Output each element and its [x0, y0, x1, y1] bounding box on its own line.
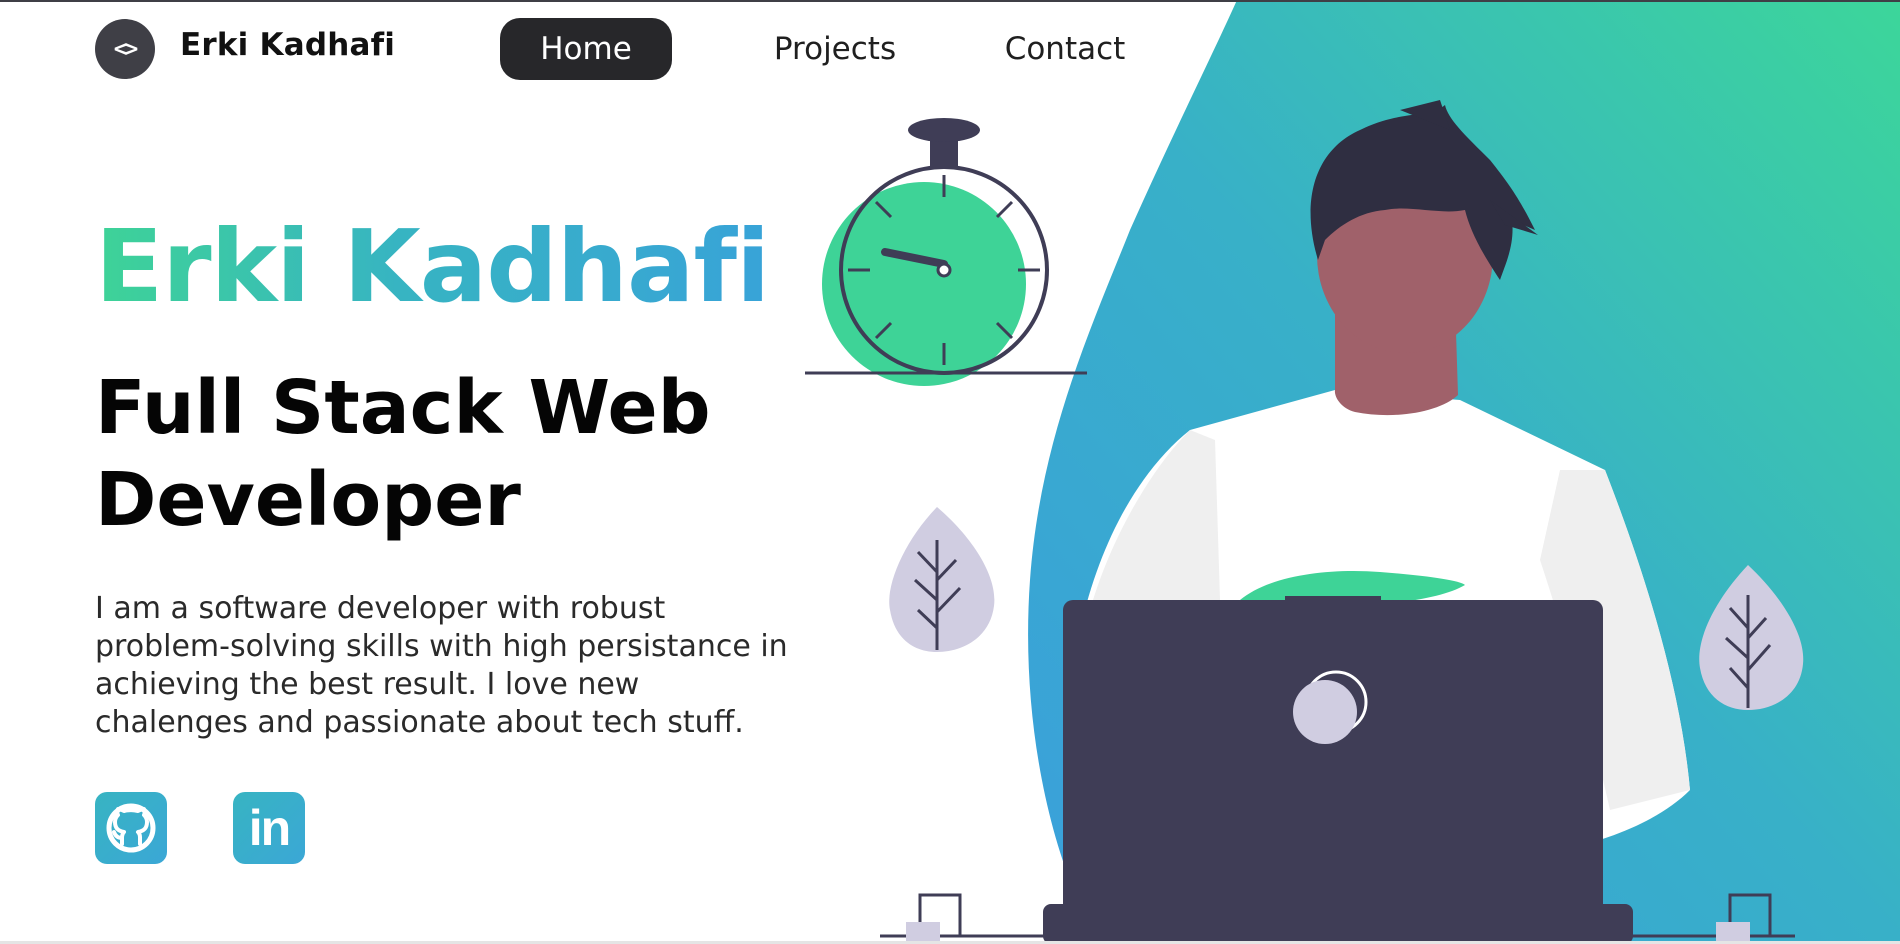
leaf-plant-left — [889, 507, 995, 652]
linkedin-icon: in — [248, 800, 291, 856]
navbar: <> Erki Kadhafi Home Projects Contact — [0, 0, 1900, 100]
hero-title: Full Stack Web Developer — [95, 365, 711, 543]
hero-name: Erki Kadhafi — [95, 208, 770, 325]
stopwatch-icon — [805, 118, 1087, 386]
logo-code-icon[interactable]: <> — [95, 19, 155, 79]
hero-description: I am a software developer with robust pr… — [95, 591, 788, 740]
laptop-icon — [1043, 596, 1633, 944]
brand-name[interactable]: Erki Kadhafi — [180, 27, 395, 63]
nav-link-projects[interactable]: Projects — [760, 18, 910, 80]
github-link[interactable] — [95, 792, 167, 864]
leaf-plant-right — [1699, 565, 1804, 710]
nav-link-home[interactable]: Home — [500, 18, 672, 80]
nav-link-contact[interactable]: Contact — [990, 18, 1140, 80]
top-border — [0, 0, 1900, 2]
linkedin-link[interactable]: in — [233, 792, 305, 864]
github-icon — [106, 803, 156, 853]
